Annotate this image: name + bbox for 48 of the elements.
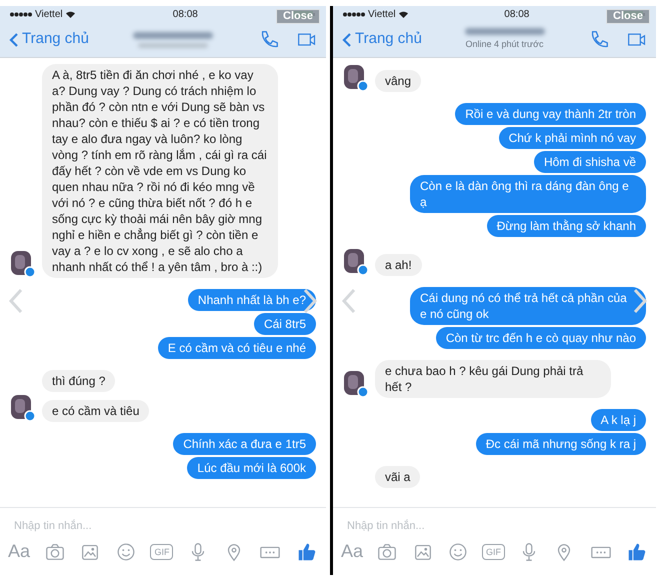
sent-message: Cái 8tr5 (254, 313, 316, 335)
sent-message: Rồi e và dung vay thành 2tr tròn (455, 103, 646, 125)
clock: 08:08 (172, 8, 198, 22)
smile-icon[interactable] (114, 540, 137, 562)
sent-message: Nhanh nhất là bh e? (188, 289, 316, 311)
sent-message: Còn từ trc đến h e cò quay như nào (436, 327, 646, 349)
signal-icon (343, 12, 365, 16)
gif-button[interactable]: GIF (482, 544, 505, 560)
sent-message: Đừng làm thằng sở khanh (486, 215, 646, 237)
message-input[interactable]: Nhập tin nhắn... (0, 508, 326, 538)
sent-message: E có cầm và có tiêu e nhé (158, 337, 316, 359)
sent-message: Còn e là dàn ông thì ra dáng đàn ông e ạ (410, 175, 646, 213)
chevron-left-icon (341, 32, 353, 48)
back-button[interactable]: Trang chủ (8, 28, 98, 51)
wifi-icon (398, 10, 408, 18)
text-button[interactable]: Aa (341, 538, 364, 565)
signal-icon (10, 12, 32, 16)
text-button[interactable]: Aa (8, 538, 30, 565)
received-message: a ah! (375, 254, 422, 276)
sent-message: Chính xác a đưa e 1tr5 (173, 433, 316, 455)
sent-message: Lúc đầu mới là 600k (187, 457, 316, 479)
received-message: e chưa bao h ? kêu gái Dung phải trả hết ? (375, 360, 611, 398)
clock: 08:08 (504, 8, 530, 22)
sent-message: Hôm đi shisha về (534, 151, 646, 173)
smile-icon[interactable] (446, 540, 469, 562)
sent-message: Cái dung nó có thể trả hết cả phần của e nó cũng ok (410, 287, 646, 325)
sent-message: Đc cái mã nhưng sống k ra j (476, 433, 646, 455)
gif-button[interactable]: GIF (150, 544, 174, 560)
received-message: e có cầm và tiêu (42, 400, 150, 422)
received-message: vâng (375, 70, 422, 92)
received-message: vãi a (375, 466, 420, 488)
carrier-name: Viettel (35, 8, 63, 22)
chevron-left-icon[interactable] (341, 288, 357, 314)
online-status: Online 4 phút trước (466, 38, 544, 51)
sent-message: A k lạ j (590, 409, 646, 431)
wifi-icon (66, 10, 75, 18)
chevron-right-icon[interactable] (632, 288, 648, 314)
received-message: A à, 8tr5 tiền đi ăn chơi nhé , e ko vay a? Dung vay ? Dung có trách nhiệm lo phần đó ? còn ntn e với Dung sẽ bàn vs nhau? còn e thiếu $ ai ? e có tiền trong tay e alo đưa ngay và luôn? ko lòng vòng ? tính em rõ ràng lắm , cái gì ra cái đấy hết ? còn về vde em vs Dung ko quen nhau nữa ? rồi nó đi kéo mng về với nó ? e cũng thừa biết nốt ? đó h e sống cực kỳ thoải mái nên bây giờ mng nghỉ e hiền e chẳng biết gì ? còn tiền e vay a ? e lo cv xong , e sẽ alo cho a nhanh nhất có thể ! a yên tâm , bro à ::) (42, 64, 278, 278)
blurred-status (138, 42, 208, 48)
chevron-left-icon (8, 32, 20, 48)
close-button[interactable]: Close (606, 9, 650, 24)
carrier-name: Viettel (368, 8, 396, 22)
received-message: thì đúng ? (42, 370, 116, 392)
chevron-left-icon[interactable] (8, 288, 24, 314)
close-button[interactable]: Close (276, 9, 320, 24)
message-input[interactable]: Nhập tin nhắn... (333, 508, 656, 538)
sent-message: Chứ k phải mình nó vay (498, 127, 646, 149)
back-button[interactable]: Trang chủ (341, 28, 431, 51)
